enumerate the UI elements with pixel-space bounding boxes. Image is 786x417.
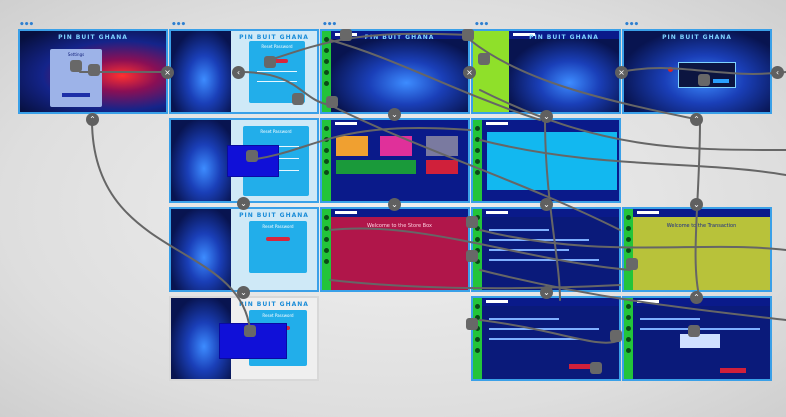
chevron-down-icon[interactable]: ⌄ <box>388 198 401 211</box>
wire[interactable] <box>479 269 786 321</box>
collapse-icon[interactable]: × <box>615 66 628 79</box>
wire[interactable] <box>249 127 471 161</box>
chevron-down-icon[interactable]: ⌄ <box>540 198 553 211</box>
wire[interactable] <box>329 227 631 271</box>
drag-handle[interactable] <box>264 56 276 68</box>
drag-handle[interactable] <box>466 318 478 330</box>
drag-handle[interactable] <box>340 29 352 41</box>
chevron-left-icon[interactable]: ‹ <box>232 66 245 79</box>
wire[interactable] <box>479 319 621 344</box>
wire[interactable] <box>479 139 786 176</box>
chevron-left-icon[interactable]: ‹ <box>771 66 784 79</box>
chevron-up-icon[interactable]: ⌃ <box>690 291 703 304</box>
wire[interactable] <box>479 89 786 151</box>
drag-handle[interactable] <box>326 96 338 108</box>
drag-handle[interactable] <box>626 258 638 270</box>
chevron-down-icon[interactable]: ⌄ <box>237 286 250 299</box>
wire[interactable] <box>91 119 251 331</box>
drag-handle[interactable] <box>246 150 258 162</box>
drag-handle[interactable] <box>70 60 82 72</box>
drag-handle[interactable] <box>292 93 304 105</box>
drag-handle[interactable] <box>244 325 256 337</box>
collapse-icon[interactable]: × <box>161 66 174 79</box>
drag-handle[interactable] <box>688 325 700 337</box>
wire[interactable] <box>329 279 621 290</box>
drag-handle[interactable] <box>698 74 710 86</box>
chevron-down-icon[interactable]: ⌄ <box>540 286 553 299</box>
chevron-down-icon[interactable]: ⌄ <box>237 197 250 210</box>
chevron-down-icon[interactable]: ⌄ <box>388 108 401 121</box>
chevron-up-icon[interactable]: ⌃ <box>690 113 703 126</box>
drag-handle[interactable] <box>590 362 602 374</box>
wire[interactable] <box>329 104 621 231</box>
drag-handle[interactable] <box>478 53 490 65</box>
wire[interactable] <box>239 71 331 106</box>
chevron-down-icon[interactable]: ⌄ <box>690 198 703 211</box>
flow-canvas[interactable]: ••• ••• ••• ••• ••• PIN BUIT GHANA Setti… <box>0 0 786 417</box>
chevron-down-icon[interactable]: ⌄ <box>540 110 553 123</box>
wire[interactable] <box>329 39 541 121</box>
chevron-up-icon[interactable]: ⌃ <box>86 113 99 126</box>
wire[interactable] <box>479 229 786 251</box>
wire-group <box>79 32 786 344</box>
wire[interactable] <box>269 32 471 61</box>
collapse-icon[interactable]: × <box>463 66 476 79</box>
drag-handle[interactable] <box>88 64 100 76</box>
drag-handle[interactable] <box>466 216 478 228</box>
drag-handle[interactable] <box>610 330 622 342</box>
drag-handle[interactable] <box>462 29 474 41</box>
drag-handle[interactable] <box>466 250 478 262</box>
